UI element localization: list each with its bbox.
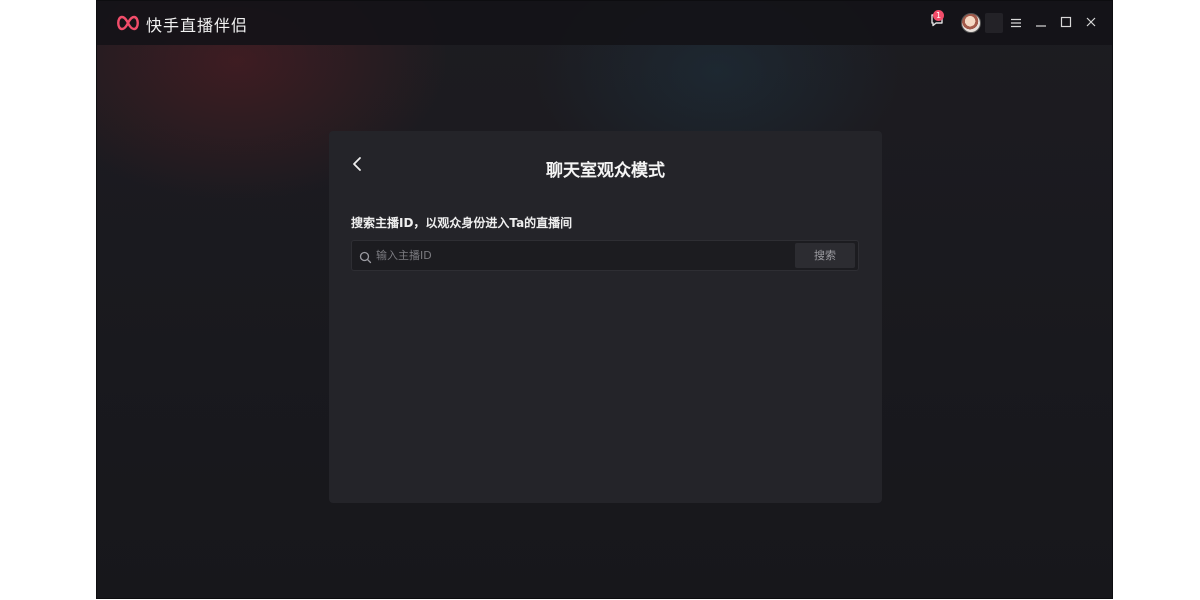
maximize-button[interactable] [1055,11,1077,33]
search-button[interactable]: 搜索 [795,243,855,268]
app-title: 快手直播伴侣 [146,16,249,35]
notification-badge: 1 [933,10,944,21]
search-description: 搜索主播ID，以观众身份进入Ta的直播间 [351,216,573,230]
hamburger-menu-icon [1010,13,1022,32]
kuaishou-logo-icon [116,14,140,32]
search-icon [359,249,372,264]
menu-button[interactable] [1005,11,1027,33]
close-button[interactable] [1080,11,1102,33]
app-window: 快手直播伴侣 1 聊天室观众模式 搜索主播ID，以观众身份进入Ta的直播间 输入… [96,0,1113,599]
audience-mode-panel: 聊天室观众模式 搜索主播ID，以观众身份进入Ta的直播间 搜索 [329,131,882,503]
avatar[interactable] [961,13,981,33]
maximize-icon [1060,13,1072,32]
close-icon [1085,13,1097,32]
title-bar: 快手直播伴侣 1 [97,1,1112,45]
minimize-icon [1035,13,1047,32]
search-bar: 搜索 [351,240,859,271]
streamer-id-input[interactable] [376,245,786,266]
page-title: 聊天室观众模式 [546,161,665,181]
minimize-button[interactable] [1030,11,1052,33]
username-redacted [985,13,1003,33]
